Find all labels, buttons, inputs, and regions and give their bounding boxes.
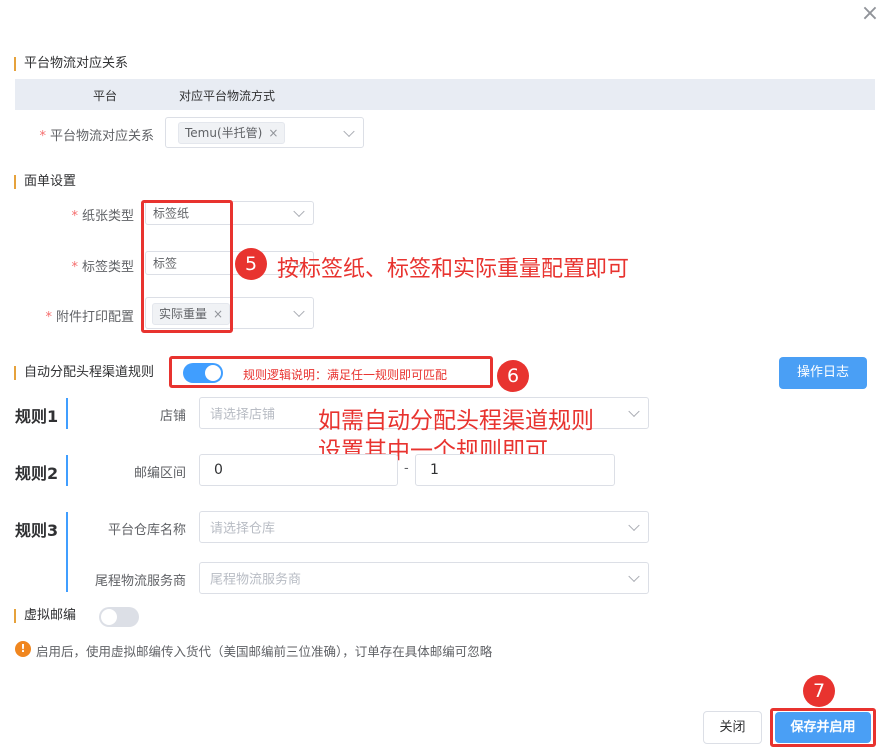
platform-logistics-select[interactable]: Temu(半托管) × — [165, 117, 364, 148]
save-and-enable-button[interactable]: 保存并启用 — [775, 712, 871, 743]
section-title-virtual-postcode: 虚拟邮编 — [14, 609, 76, 623]
section-title-waybill: 面单设置 — [14, 175, 76, 189]
annotation-highlight-box-5 — [141, 200, 233, 333]
chevron-down-icon — [628, 405, 640, 418]
table-header-logistics-method: 对应平台物流方式 — [179, 89, 276, 103]
virtual-postcode-toggle[interactable] — [99, 607, 139, 627]
chevron-down-icon — [343, 125, 355, 137]
section-title-platform-logistics: 平台物流对应关系 — [14, 57, 128, 71]
rule-2-label: 规则2 — [15, 464, 59, 483]
annotation-text-6-line1: 如需自动分配头程渠道规则 — [318, 408, 594, 434]
label-type-label: * 标签类型 — [71, 260, 134, 275]
mapping-table-header: 平台 对应平台物流方式 — [15, 79, 875, 110]
chevron-down-icon — [293, 205, 305, 218]
chevron-down-icon — [628, 519, 640, 532]
close-icon[interactable]: × — [860, 3, 880, 25]
chevron-down-icon — [293, 305, 305, 318]
annotation-badge-6: 6 — [497, 360, 529, 392]
last-mile-provider-select[interactable]: 尾程物流服务商 — [199, 562, 649, 594]
table-header-platform: 平台 — [93, 89, 118, 103]
attachment-print-label: * 附件打印配置 — [45, 310, 134, 325]
rule-3-bar — [66, 512, 68, 592]
annotation-highlight-box-6 — [169, 356, 493, 388]
last-mile-provider-label: 尾程物流服务商 — [94, 574, 186, 589]
rule-3-label: 规则3 — [15, 521, 59, 540]
store-label: 店铺 — [159, 409, 186, 424]
rule-1-bar — [66, 398, 68, 429]
annotation-badge-5: 5 — [235, 248, 267, 280]
platform-logistics-label: * 平台物流对应关系 — [39, 129, 154, 144]
warning-info-icon: ! — [15, 641, 31, 657]
toggle-knob — [101, 609, 117, 625]
postcode-to-input[interactable]: 1 — [415, 454, 615, 486]
annotation-badge-7: 7 — [803, 675, 835, 707]
paper-type-label: * 纸张类型 — [71, 209, 134, 224]
virtual-postcode-note: 启用后，使用虚拟邮编传入货代（美国邮编前三位准确），订单存在具体邮编可忽略 — [36, 644, 493, 659]
close-button[interactable]: 关闭 — [703, 711, 762, 744]
postcode-from-input[interactable]: 0 — [199, 454, 398, 486]
operation-log-button[interactable]: 操作日志 — [779, 357, 867, 389]
annotation-text-5: 按标签纸、标签和实际重量配置即可 — [277, 257, 630, 282]
section-title-auto-allocate: 自动分配头程渠道规则 — [14, 366, 154, 380]
platform-warehouse-select[interactable]: 请选择仓库 — [199, 511, 649, 543]
rule-2-bar — [66, 455, 68, 486]
tag-temu-semi-managed: Temu(半托管) × — [178, 122, 286, 144]
tag-remove-icon[interactable]: × — [268, 126, 278, 140]
rule-1-label: 规则1 — [15, 407, 59, 426]
platform-warehouse-label: 平台仓库名称 — [107, 523, 186, 538]
range-separator: - — [404, 461, 409, 476]
chevron-down-icon — [628, 570, 640, 583]
postcode-range-label: 邮编区间 — [133, 466, 186, 481]
